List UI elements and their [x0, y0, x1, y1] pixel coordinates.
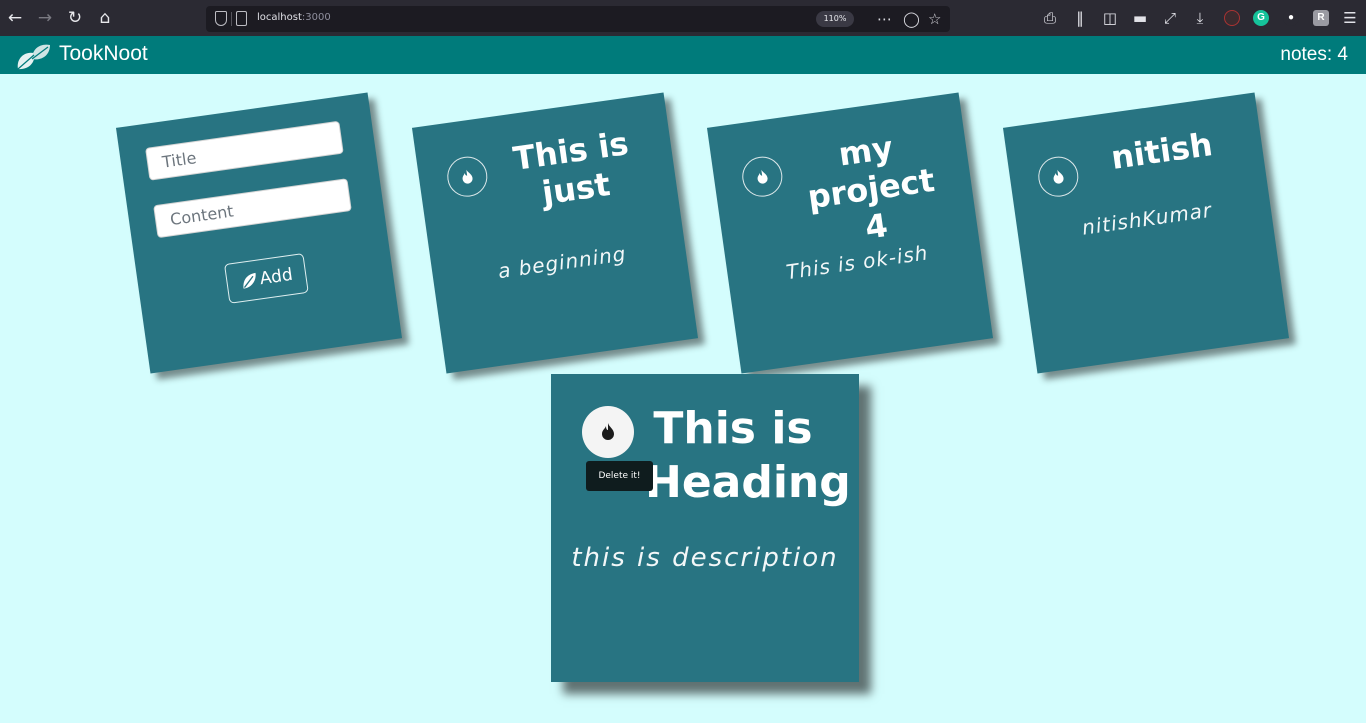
app-header: TookNoot notes: 4: [0, 36, 1366, 74]
home-icon[interactable]: ⌂: [96, 9, 114, 27]
delete-button[interactable]: [444, 154, 490, 200]
delete-button[interactable]: [582, 406, 634, 458]
leaf-logo-icon: [17, 44, 50, 70]
url-port: :3000: [301, 12, 331, 23]
extension-icon-2[interactable]: R: [1313, 10, 1329, 26]
flame-icon: [602, 423, 614, 440]
fullscreen-icon[interactable]: ⤢: [1161, 9, 1179, 27]
address-bar[interactable]: localhost:3000 110% ⋯ ◯ ☆: [206, 6, 950, 32]
forward-icon[interactable]: →: [36, 9, 54, 27]
browser-toolbar: ← → ↻ ⌂ localhost:3000 110% ⋯ ◯ ☆ ⎙ ‖ ◫ …: [0, 0, 1366, 36]
screenshot-icon[interactable]: ▬: [1131, 9, 1149, 27]
print-icon[interactable]: ⎙: [1041, 9, 1059, 27]
menu-icon[interactable]: ☰: [1341, 9, 1359, 27]
url-host: localhost: [257, 12, 302, 23]
shield-icon[interactable]: [215, 11, 227, 26]
delete-tooltip: Delete it!: [586, 461, 653, 491]
note-card: my project 4 This is ok-ish: [706, 92, 994, 374]
add-button[interactable]: Add: [223, 253, 309, 304]
delete-button[interactable]: [1035, 154, 1081, 200]
note-content: this is description: [571, 543, 839, 573]
app-title: TookNoot: [59, 42, 148, 65]
content-input[interactable]: [153, 178, 352, 239]
back-icon[interactable]: ←: [6, 9, 24, 27]
sidebar-icon[interactable]: ◫: [1101, 9, 1119, 27]
add-button-label: Add: [258, 264, 294, 290]
extension-paw-icon[interactable]: ●: [1283, 10, 1299, 26]
bookmark-star-icon[interactable]: ☆: [928, 9, 941, 29]
delete-button[interactable]: [739, 154, 785, 200]
library-icon[interactable]: ‖: [1071, 9, 1089, 27]
note-title: This is just: [510, 124, 631, 213]
note-content: a beginning: [496, 241, 628, 284]
note-card: This is just a beginning: [411, 92, 699, 374]
url-text[interactable]: localhost:3000: [257, 12, 331, 23]
zoom-level-badge[interactable]: 110%: [816, 11, 854, 27]
flame-icon: [1053, 169, 1064, 184]
note-card-hovered: This is Heading this is description Dele…: [551, 374, 859, 682]
notes-count: notes: 4: [1280, 44, 1348, 65]
note-title: nitish: [1108, 125, 1215, 177]
flame-icon: [757, 169, 768, 184]
download-icon[interactable]: ⤓: [1191, 9, 1209, 27]
title-input[interactable]: [145, 120, 344, 181]
url-divider: [231, 12, 232, 26]
page-info-icon[interactable]: [236, 11, 247, 26]
note-card: nitish nitishKumar: [1002, 92, 1290, 374]
page-actions-icon[interactable]: ⋯: [877, 9, 892, 29]
pocket-icon[interactable]: ◯: [903, 9, 920, 29]
leaf-icon: [242, 272, 256, 289]
note-title: This is Heading: [645, 403, 851, 508]
note-title: my project 4: [805, 128, 937, 247]
reload-icon[interactable]: ↻: [66, 9, 84, 27]
grammarly-icon[interactable]: G: [1253, 10, 1269, 26]
create-note-card: Add: [115, 92, 403, 374]
flame-icon: [462, 169, 473, 184]
note-content: nitishKumar: [1080, 197, 1214, 240]
extension-icon[interactable]: [1224, 10, 1240, 26]
